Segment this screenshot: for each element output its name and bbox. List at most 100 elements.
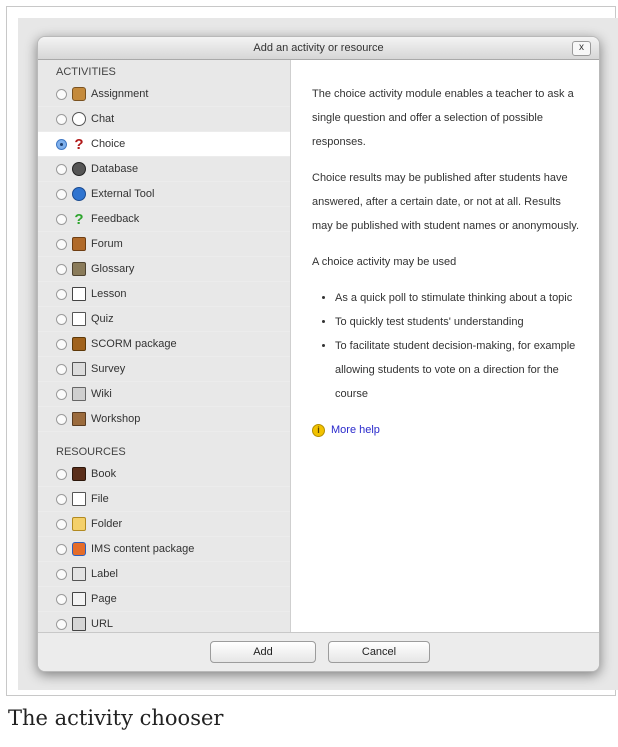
description-para-2: Choice results may be published after st… — [312, 172, 579, 232]
label-icon — [72, 567, 86, 581]
radio-button[interactable] — [56, 138, 67, 150]
file-icon — [72, 492, 86, 506]
option-choice[interactable]: ? Choice — [38, 132, 290, 157]
option-workshop[interactable]: Workshop — [38, 407, 290, 432]
option-url[interactable]: URL — [38, 612, 290, 634]
option-label: Glossary — [91, 263, 135, 275]
radio-button[interactable] — [56, 413, 67, 425]
radio-button[interactable] — [56, 543, 67, 555]
option-glossary[interactable]: Glossary — [38, 257, 290, 282]
option-survey[interactable]: Survey — [38, 357, 290, 382]
add-button[interactable]: Add — [210, 641, 316, 663]
radio-button[interactable] — [56, 288, 67, 300]
radio-button[interactable] — [56, 213, 67, 225]
radio-button[interactable] — [56, 568, 67, 580]
activities-list: Assignment Chat? Choice Database External To… — [38, 82, 290, 432]
wiki-icon — [72, 387, 86, 401]
usage-item: As a quick poll to stimulate thinking ab… — [335, 286, 581, 310]
option-label: SCORM package — [91, 338, 177, 350]
radio-button[interactable] — [56, 338, 67, 350]
radio-button[interactable] — [56, 113, 67, 125]
usage-list: As a quick poll to stimulate thinking ab… — [312, 286, 581, 406]
option-lesson[interactable]: Lesson — [38, 282, 290, 307]
activity-chooser-dialog: Add an activity or resource x ACTIVITIES… — [37, 36, 600, 672]
option-forum[interactable]: Forum — [38, 232, 290, 257]
option-label: URL — [91, 618, 114, 630]
option-label: Wiki — [91, 388, 112, 400]
close-button[interactable]: x — [572, 41, 591, 56]
package-icon — [72, 337, 86, 351]
radio-button[interactable] — [56, 363, 67, 375]
option-label[interactable]: Label — [38, 562, 290, 587]
forum-icon — [72, 237, 86, 251]
option-assignment[interactable]: Assignment — [38, 82, 290, 107]
option-database[interactable]: Database — [38, 157, 290, 182]
radio-button[interactable] — [56, 518, 67, 530]
description-para-1: The choice activity module enables a tea… — [312, 88, 574, 148]
option-label: Quiz — [91, 313, 114, 325]
radio-button[interactable] — [56, 593, 67, 605]
option-label: Forum — [91, 238, 123, 250]
resources-list: Book File Folder IMS content package Label Pa… — [38, 462, 290, 634]
ims-package-icon — [72, 542, 86, 556]
more-help-link[interactable]: i More help — [312, 418, 581, 442]
radio-button[interactable] — [56, 188, 67, 200]
option-wiki[interactable]: Wiki — [38, 382, 290, 407]
option-ims-content-package[interactable]: IMS content package — [38, 537, 290, 562]
option-external-tool[interactable]: External Tool — [38, 182, 290, 207]
option-scorm-package[interactable]: SCORM package — [38, 332, 290, 357]
chat-icon — [72, 112, 86, 126]
option-label: Assignment — [91, 88, 149, 100]
option-label: Survey — [91, 363, 126, 375]
option-label: IMS content package — [91, 543, 195, 555]
more-help-label: More help — [331, 424, 380, 436]
option-label: File — [91, 493, 109, 505]
option-label: Feedback — [91, 213, 140, 225]
dialog-title: Add an activity or resource — [253, 42, 384, 54]
option-label: Folder — [91, 518, 123, 530]
option-quiz[interactable]: Quiz — [38, 307, 290, 332]
radio-button[interactable] — [56, 388, 67, 400]
option-chat[interactable]: Chat — [38, 107, 290, 132]
option-feedback[interactable]: ? Feedback — [38, 207, 290, 232]
question-mark-icon: ? — [74, 135, 84, 153]
option-label: Choice — [91, 138, 126, 150]
quiz-icon — [72, 312, 86, 326]
folder-icon — [72, 517, 86, 531]
radio-button[interactable] — [56, 618, 67, 630]
radio-button[interactable] — [56, 263, 67, 275]
close-icon: x — [579, 42, 584, 53]
radio-button[interactable] — [56, 493, 67, 505]
radio-button[interactable] — [56, 468, 67, 480]
option-label: Label — [91, 568, 118, 580]
resources-heading: RESOURCES — [56, 446, 126, 458]
usage-item: To facilitate student decision-making, f… — [335, 334, 581, 406]
option-label: Lesson — [91, 288, 127, 300]
options-list: ACTIVITIES Assignment Chat? Choice Database… — [38, 60, 291, 634]
radio-button[interactable] — [56, 88, 67, 100]
globe-icon — [72, 187, 86, 201]
dialog-footer: Add Cancel — [38, 632, 599, 671]
info-icon: i — [312, 423, 325, 437]
workshop-icon — [72, 412, 86, 426]
feedback-icon: ? — [74, 210, 84, 228]
radio-button[interactable] — [56, 238, 67, 250]
option-file[interactable]: File — [38, 487, 290, 512]
lesson-icon — [72, 287, 86, 301]
page-icon — [72, 592, 86, 606]
option-label: Database — [91, 163, 139, 175]
description-panel: The choice activity module enables a tea… — [291, 60, 599, 634]
description-para-3: A choice activity may be used — [312, 256, 457, 268]
radio-button[interactable] — [56, 163, 67, 175]
option-label: External Tool — [91, 188, 155, 200]
option-label: Book — [91, 468, 117, 480]
cancel-button[interactable]: Cancel — [328, 641, 430, 663]
url-icon — [72, 617, 86, 631]
dialog-titlebar: Add an activity or resource x — [38, 37, 599, 60]
option-page[interactable]: Page — [38, 587, 290, 612]
assignment-icon — [72, 87, 86, 101]
option-folder[interactable]: Folder — [38, 512, 290, 537]
radio-button[interactable] — [56, 313, 67, 325]
glossary-icon — [72, 262, 86, 276]
option-book[interactable]: Book — [38, 462, 290, 487]
